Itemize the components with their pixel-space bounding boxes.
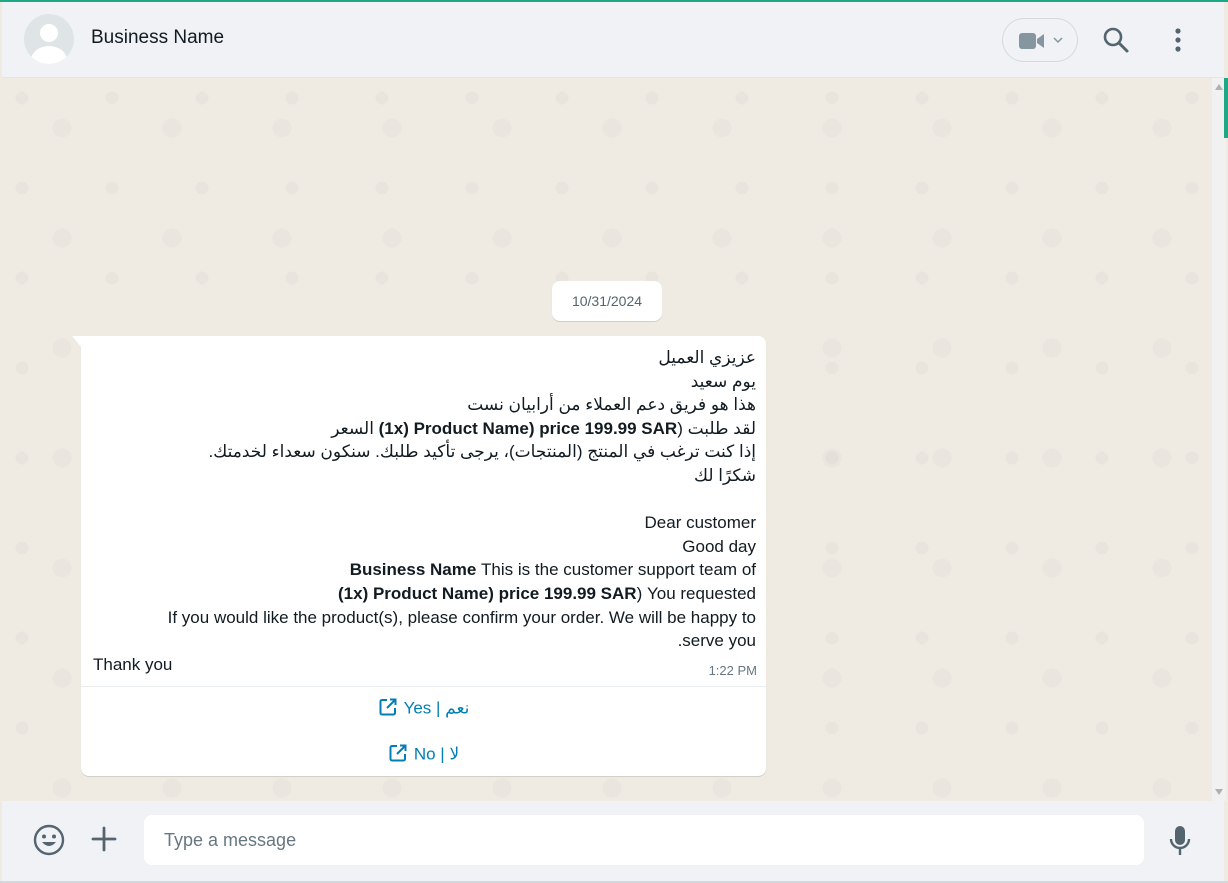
message-line: Thank you [93,654,173,674]
message-input[interactable] [144,815,1144,865]
search-icon [1103,27,1129,53]
incoming-message-bubble[interactable]: عزيزي العميل يوم سعيد هذا هو فريق دعم العم… [81,336,766,776]
date-divider: 10/31/2024 [552,281,662,321]
yes-button-label: Yes | نعم [403,698,470,718]
message-line: إذا كنت ترغب في المنتج (المنتجات)، يرجى … [208,442,756,462]
message-line: Good day [682,536,756,556]
menu-button[interactable] [1170,26,1186,54]
message-line: This is the customer support team of Bus… [93,558,756,582]
chat-header: Business Name [2,2,1224,78]
message-line: If you would like the product(s), please… [167,607,756,627]
message-composer [2,801,1224,881]
buttons-divider [81,686,766,687]
message-line: You requested ((1x) Product Name) price … [93,582,756,606]
accent-strip [1224,78,1228,138]
message-line: شكرًا لك [694,465,756,485]
message-line-text: This is the customer support team of [476,560,756,580]
search-button[interactable] [1102,26,1130,54]
external-link-icon [379,698,397,716]
microphone-icon [1169,826,1191,855]
message-line: Dear customer [644,513,756,533]
contact-name[interactable]: Business Name [91,27,224,49]
scroll-down-arrow-icon[interactable] [1215,789,1223,795]
external-link-icon [389,744,407,762]
video-camera-icon [1019,33,1044,49]
chat-panel[interactable]: 10/31/2024 عزيزي العميل يوم سعيد هذا هو فر… [2,78,1212,801]
more-vertical-icon [1175,28,1181,52]
message-line-text: You requested ( [636,583,756,603]
emoji-button[interactable] [32,823,66,857]
message-text: عزيزي العميل يوم سعيد هذا هو فريق دعم العم… [93,346,756,676]
message-time: 1:22 PM [708,663,757,678]
chat-scrollbar[interactable] [1212,78,1226,801]
message-line-bold: (1x) Product Name) price 199.99 SAR [378,418,678,438]
message-line-bold: Business Name [349,560,477,580]
video-call-button[interactable] [1002,18,1078,62]
message-line [93,488,756,512]
attach-button[interactable] [90,825,118,853]
message-line: هذا هو فريق دعم العملاء من أرابيان نست [467,395,756,415]
message-line-text: لقد طلبت ( [677,418,756,438]
default-user-avatar-icon[interactable] [24,14,74,64]
avatar-body [31,46,67,64]
plus-icon [91,826,117,852]
message-line-bold: (1x) Product Name) price 199.99 SAR [338,583,637,603]
no-button-label: No | لا [413,744,460,764]
message-line: عزيزي العميل [658,348,756,367]
voice-message-button[interactable] [1168,825,1192,857]
avatar-head [40,24,58,42]
emoji-smile-icon [33,824,65,856]
no-button[interactable]: No | لا [81,734,766,774]
scroll-up-arrow-icon[interactable] [1215,84,1223,90]
message-line: يوم سعيد [690,371,756,391]
yes-button[interactable]: Yes | نعم [81,688,766,728]
message-line-suffix: السعر [331,418,379,438]
message-line: serve you. [677,631,756,651]
chevron-down-icon [1053,37,1063,44]
whatsapp-web-window: Business Name 10/31/2024 عزيزي العميل يو… [0,0,1228,883]
message-line: لقد طلبت ((1x) Product Name) price 199.9… [93,417,756,441]
